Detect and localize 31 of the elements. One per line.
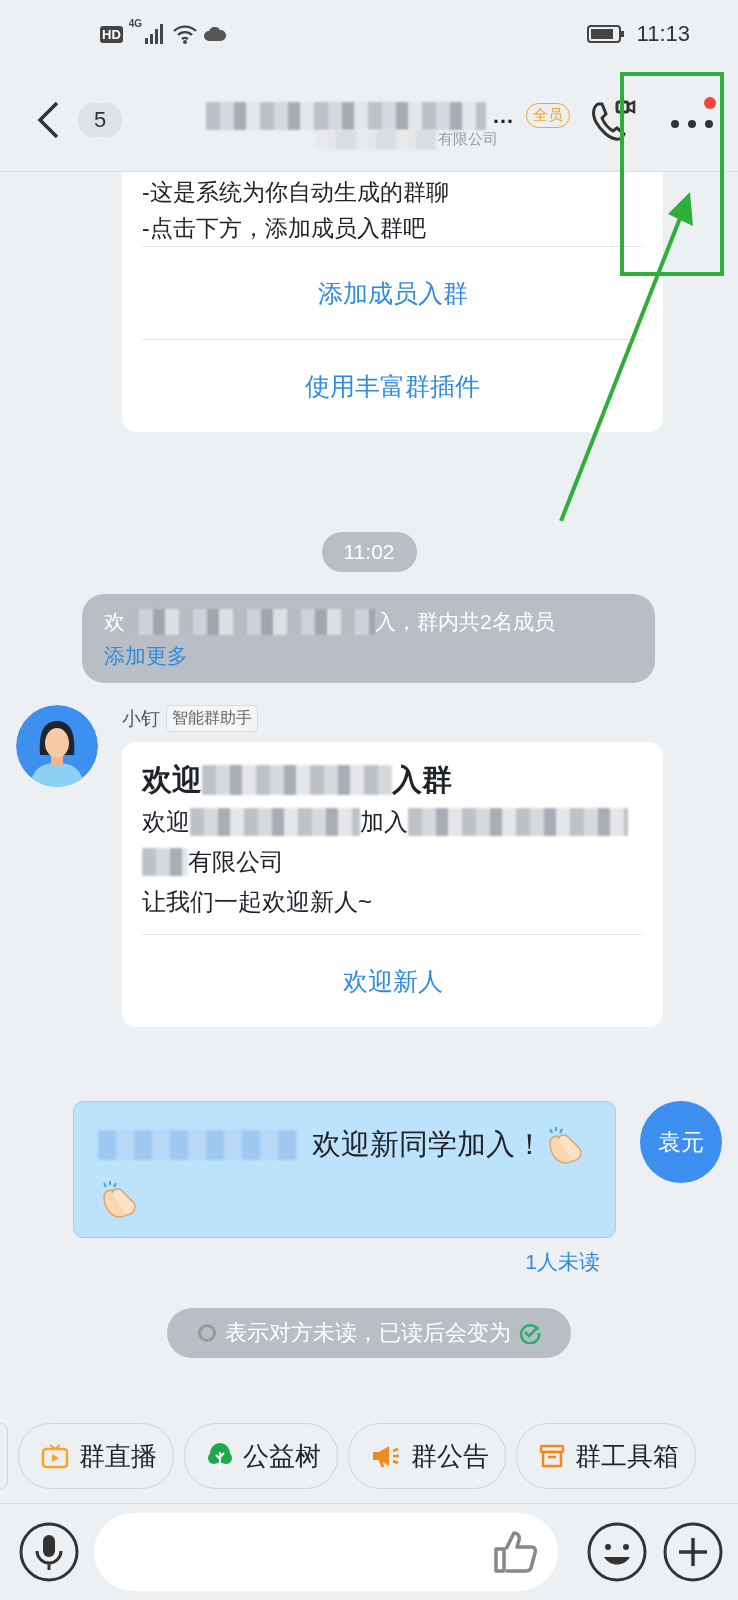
card-text: 欢迎 — [142, 807, 190, 838]
notice-text: 入，群内共2名成员 — [375, 610, 555, 634]
time-stamp: 11:02 — [321, 532, 417, 572]
card-text: 让我们一起欢迎新人~ — [142, 887, 373, 918]
message-text: 欢迎新同学加入！ — [312, 1128, 544, 1161]
card-text: -这是系统为你自动生成的群聊 — [142, 178, 450, 207]
card-action-link[interactable]: 使用丰富群插件 — [142, 340, 643, 432]
shortcut-chip[interactable]: 公益树 — [184, 1423, 338, 1489]
notice-text: 欢 — [104, 610, 125, 634]
shortcut-chip[interactable]: 群公告 — [348, 1423, 506, 1489]
user-avatar: 袁元 — [640, 1101, 722, 1184]
hint-text: 表示对方未读，已读后会变为 — [225, 1318, 511, 1347]
sender-name: 小钉 — [122, 706, 160, 731]
card-title: 欢迎 — [142, 762, 202, 799]
card-text: 加入 — [360, 807, 408, 838]
unread-count: 5 — [78, 102, 123, 137]
assistant-tag: 智能群助手 — [166, 705, 258, 733]
read-status-link[interactable]: 1人未读 — [525, 1247, 600, 1276]
card-title: 入群 — [392, 762, 452, 799]
group-subtitle: 有限公司 — [438, 130, 498, 149]
shortcut-chip[interactable]: 群直播 — [18, 1423, 174, 1489]
card-text: 有限公司 — [188, 847, 284, 878]
card-action-link[interactable]: 欢迎新人 — [142, 935, 643, 1028]
group-title: … — [492, 102, 514, 129]
status-time: 11:13 — [636, 21, 690, 47]
card-action-link[interactable]: 添加成员入群 — [142, 247, 643, 339]
hd-indicator: HD — [100, 25, 123, 43]
card-text: -点击下方，添加成员入群吧 — [142, 214, 427, 243]
add-more-link[interactable]: 添加更多 — [104, 644, 188, 668]
shortcut-chip[interactable]: 群工具箱 — [516, 1423, 696, 1489]
network-type: 4G — [128, 18, 143, 29]
